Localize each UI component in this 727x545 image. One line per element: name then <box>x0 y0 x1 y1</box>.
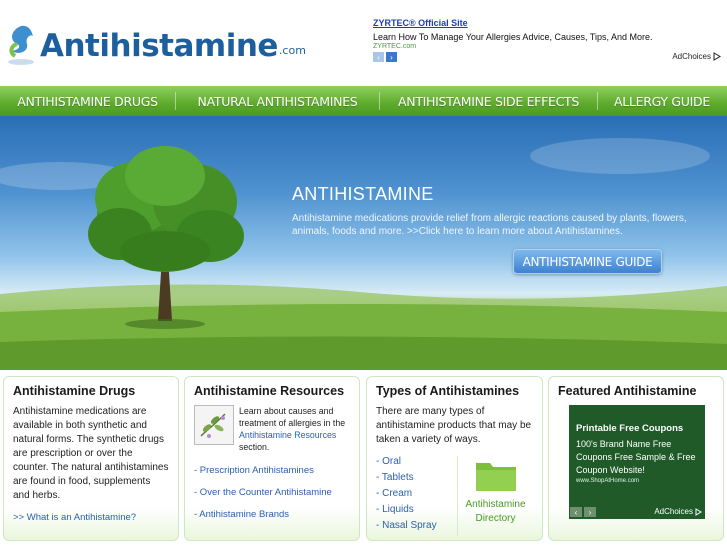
top-ad-url[interactable]: ZYRTEC.com <box>373 43 723 50</box>
hero-text[interactable]: Antihistamine medications provide relief… <box>292 212 702 238</box>
type-tablets-link[interactable]: - Tablets <box>376 472 457 483</box>
logo-text: Antihistamine <box>40 28 278 64</box>
nav-item-side-effects[interactable]: ANTIHISTAMINE SIDE EFFECTS <box>380 94 597 109</box>
featured-ad-arrows: ‹ › <box>570 507 596 517</box>
resources-box-title: Antihistamine Resources <box>194 384 345 398</box>
otc-antihistamine-link[interactable]: - Over the Counter Antihistamine <box>194 487 350 498</box>
hero-tree-landscape <box>0 138 727 370</box>
drugs-box: Antihistamine Drugs Antihistamine medica… <box>3 376 179 541</box>
featured-ad[interactable]: Printable Free Coupons 100's Brand Name … <box>569 405 705 519</box>
main-nav: ANTIHISTAMINE DRUGS NATURAL ANTIHISTAMIN… <box>0 86 727 116</box>
prescription-antihistamines-link[interactable]: - Prescription Antihistamines <box>194 465 350 476</box>
resources-intro-text: Learn about causes and treatment of alle… <box>239 405 350 453</box>
types-columns: - Oral - Tablets - Cream - Liquids - Nas… <box>376 456 533 536</box>
featured-adchoices-label: AdChoices <box>654 507 693 516</box>
type-nasal-spray-link[interactable]: - Nasal Spray <box>376 520 457 531</box>
site-header: Antihistamine .com ZYRTEC® Official Site… <box>0 0 727 84</box>
featured-adchoices-link[interactable]: AdChoices <box>654 507 702 516</box>
types-box-text: There are many types of antihistamine pr… <box>376 406 532 445</box>
directory-label-line2: Directory <box>475 513 516 524</box>
featured-ad-description[interactable]: 100's Brand Name Free Coupons Free Sampl… <box>576 438 698 477</box>
resources-inline-link[interactable]: Antihistamine Resources <box>239 430 336 440</box>
drugs-box-text: Antihistamine medications are available … <box>13 406 169 501</box>
resources-intro: Learn about causes and treatment of alle… <box>194 405 350 453</box>
featured-box: Featured Antihistamine Printable Free Co… <box>548 376 724 541</box>
antihistamine-guide-button[interactable]: ANTIHISTAMINE GUIDE <box>513 249 662 274</box>
logo-tld: .com <box>278 44 306 57</box>
hero-title: ANTIHISTAMINE <box>292 184 434 204</box>
top-ad-description[interactable]: Learn How To Manage Your Allergies Advic… <box>373 32 723 42</box>
featured-box-title: Featured Antihistamine <box>558 384 697 398</box>
folder-icon <box>475 458 517 492</box>
adchoices-label: AdChoices <box>672 52 711 61</box>
site-logo[interactable]: Antihistamine .com <box>5 22 306 66</box>
nav-item-natural-antihistamines[interactable]: NATURAL ANTIHISTAMINES <box>176 94 379 109</box>
top-ad: ZYRTEC® Official Site Learn How To Manag… <box>373 18 723 80</box>
resources-links: - Prescription Antihistamines - Over the… <box>194 465 350 520</box>
top-ad-arrows: ‹ › <box>373 52 397 62</box>
resources-thumbnail-image <box>194 405 234 445</box>
type-oral-link[interactable]: - Oral <box>376 456 457 467</box>
chevron-right-icon[interactable]: › <box>386 52 397 62</box>
drugs-box-title: Antihistamine Drugs <box>13 384 136 398</box>
top-ad-title[interactable]: ZYRTEC® Official Site <box>373 18 723 28</box>
logo-swirl-icon <box>5 22 37 66</box>
content-boxes: Antihistamine Drugs Antihistamine medica… <box>0 372 727 545</box>
adchoices-link[interactable]: AdChoices <box>672 52 721 61</box>
resources-intro-before: Learn about causes and treatment of alle… <box>239 406 346 428</box>
types-box-title: Types of Antihistamines <box>376 384 520 398</box>
chevron-right-icon[interactable]: › <box>584 507 596 517</box>
hero-banner: ANTIHISTAMINE Antihistamine medications … <box>0 116 727 370</box>
type-cream-link[interactable]: - Cream <box>376 488 457 499</box>
resources-intro-after: section. <box>239 442 270 452</box>
type-liquids-link[interactable]: - Liquids <box>376 504 457 515</box>
nav-item-antihistamine-drugs[interactable]: ANTIHISTAMINE DRUGS <box>0 94 175 109</box>
resources-box: Antihistamine Resources Learn about caus… <box>184 376 360 541</box>
antihistamine-brands-link[interactable]: - Antihistamine Brands <box>194 509 350 520</box>
what-is-antihistamine-link[interactable]: >> What is an Antihistamine? <box>13 512 169 523</box>
chevron-left-icon[interactable]: ‹ <box>570 507 582 517</box>
chevron-left-icon[interactable]: ‹ <box>373 52 384 62</box>
types-box: Types of Antihistamines There are many t… <box>366 376 543 541</box>
antihistamine-directory-link[interactable]: Antihistamine Directory <box>458 456 533 536</box>
featured-ad-title[interactable]: Printable Free Coupons <box>576 423 698 434</box>
nav-item-allergy-guide[interactable]: ALLERGY GUIDE <box>598 94 726 109</box>
featured-ad-url[interactable]: www.ShopAtHome.com <box>576 478 698 484</box>
types-list: - Oral - Tablets - Cream - Liquids - Nas… <box>376 456 458 536</box>
adchoices-icon <box>713 52 721 61</box>
adchoices-icon <box>695 507 702 516</box>
directory-label-line1: Antihistamine <box>465 499 526 510</box>
